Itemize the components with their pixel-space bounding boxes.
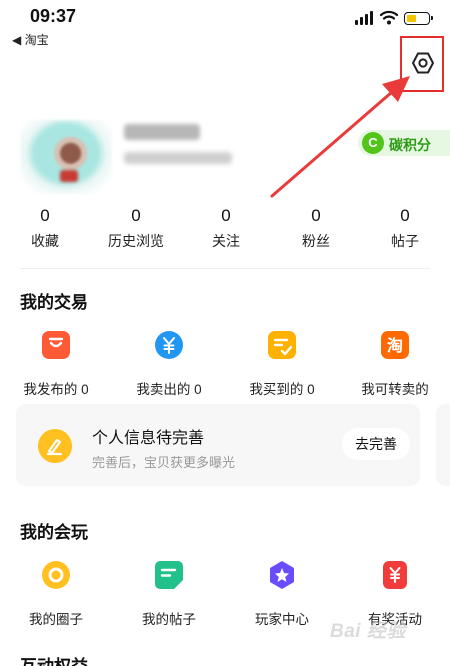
next-card-peek[interactable] bbox=[436, 404, 450, 486]
back-to-taobao-link[interactable]: ◀ 淘宝 bbox=[12, 31, 49, 48]
stat-history[interactable]: 0 历史浏览 bbox=[91, 206, 181, 250]
battery-icon bbox=[404, 12, 433, 25]
play-item-circles[interactable]: 我的圈子 bbox=[0, 560, 112, 628]
profile-completion-card[interactable]: 个人信息待完善 完善后，宝贝获更多曝光 去完善 bbox=[16, 404, 420, 486]
trade-item-bought[interactable]: 我买到的 0 bbox=[226, 330, 338, 398]
taobao-icon: 淘 bbox=[381, 331, 409, 359]
cellular-signal-icon bbox=[355, 11, 373, 25]
trade-item-label: 我买到的 0 bbox=[249, 382, 315, 397]
shopping-bag-icon bbox=[42, 331, 70, 359]
check-note-icon bbox=[268, 331, 296, 359]
play-item-label: 我的圈子 bbox=[29, 612, 83, 627]
wifi-icon bbox=[380, 10, 398, 25]
star-badge-icon bbox=[270, 561, 294, 589]
status-time: 09:37 bbox=[30, 6, 77, 26]
stat-count: 0 bbox=[221, 206, 231, 225]
baidu-jingyan-watermark: Bai 经验 bbox=[330, 612, 430, 646]
trade-grid: 我发布的 0 我卖出的 0 我买到的 0 淘 我可转卖的 bbox=[0, 330, 450, 397]
trade-item-resellable[interactable]: 淘 我可转卖的 bbox=[339, 330, 450, 398]
stat-label: 历史浏览 bbox=[108, 233, 164, 249]
watermark-text: Bai 经验 bbox=[330, 621, 406, 642]
stat-count: 0 bbox=[400, 206, 410, 225]
play-item-label: 玩家中心 bbox=[255, 612, 309, 627]
yuan-coin-icon bbox=[155, 331, 183, 359]
stat-label: 粉丝 bbox=[302, 233, 330, 249]
username-blurred bbox=[124, 124, 200, 140]
reward-yuan-icon bbox=[383, 561, 407, 589]
stat-label: 帖子 bbox=[391, 233, 419, 249]
stat-label: 收藏 bbox=[31, 233, 59, 249]
complete-profile-button[interactable]: 去完善 bbox=[342, 428, 410, 460]
section-title-trades: 我的交易 bbox=[20, 293, 88, 312]
stats-row: 0 收藏 0 历史浏览 0 关注 0 粉丝 0 帖子 bbox=[0, 206, 450, 256]
divider bbox=[20, 268, 430, 269]
hexagon-settings-icon bbox=[412, 52, 434, 74]
stat-followers[interactable]: 0 粉丝 bbox=[271, 206, 361, 250]
trade-item-label: 我发布的 0 bbox=[23, 382, 89, 397]
svg-text:淘: 淘 bbox=[387, 336, 403, 355]
stat-count: 0 bbox=[311, 206, 321, 225]
carbon-points-badge[interactable]: C 碳积分 bbox=[358, 130, 450, 156]
trade-item-label: 我可转卖的 bbox=[361, 382, 429, 397]
user-subtitle-blurred bbox=[124, 152, 232, 164]
section-title-interaction: 互动权益 bbox=[20, 652, 88, 666]
carbon-points-label: 碳积分 bbox=[389, 137, 431, 153]
stat-count: 0 bbox=[40, 206, 50, 225]
stat-posts[interactable]: 0 帖子 bbox=[360, 206, 450, 250]
carbon-c-icon: C bbox=[362, 132, 384, 154]
trade-item-published[interactable]: 我发布的 0 bbox=[0, 330, 112, 398]
info-card-subtitle: 完善后，宝贝获更多曝光 bbox=[92, 455, 236, 470]
stat-label: 关注 bbox=[212, 233, 240, 249]
pen-icon bbox=[38, 429, 72, 463]
post-note-icon bbox=[155, 561, 183, 589]
trade-item-label: 我卖出的 0 bbox=[136, 382, 202, 397]
stat-favorites[interactable]: 0 收藏 bbox=[0, 206, 90, 250]
settings-button[interactable] bbox=[400, 36, 444, 92]
info-card-title: 个人信息待完善 bbox=[92, 430, 205, 447]
play-item-player-center[interactable]: 玩家中心 bbox=[226, 560, 338, 628]
circle-ring-icon bbox=[42, 561, 70, 589]
play-item-posts[interactable]: 我的帖子 bbox=[113, 560, 225, 628]
avatar[interactable] bbox=[20, 120, 112, 194]
status-bar: 09:37 bbox=[0, 0, 450, 30]
stat-following[interactable]: 0 关注 bbox=[181, 206, 271, 250]
stat-count: 0 bbox=[131, 206, 141, 225]
section-title-play: 我的会玩 bbox=[20, 523, 88, 542]
play-item-label: 我的帖子 bbox=[142, 612, 196, 627]
trade-item-sold[interactable]: 我卖出的 0 bbox=[113, 330, 225, 398]
